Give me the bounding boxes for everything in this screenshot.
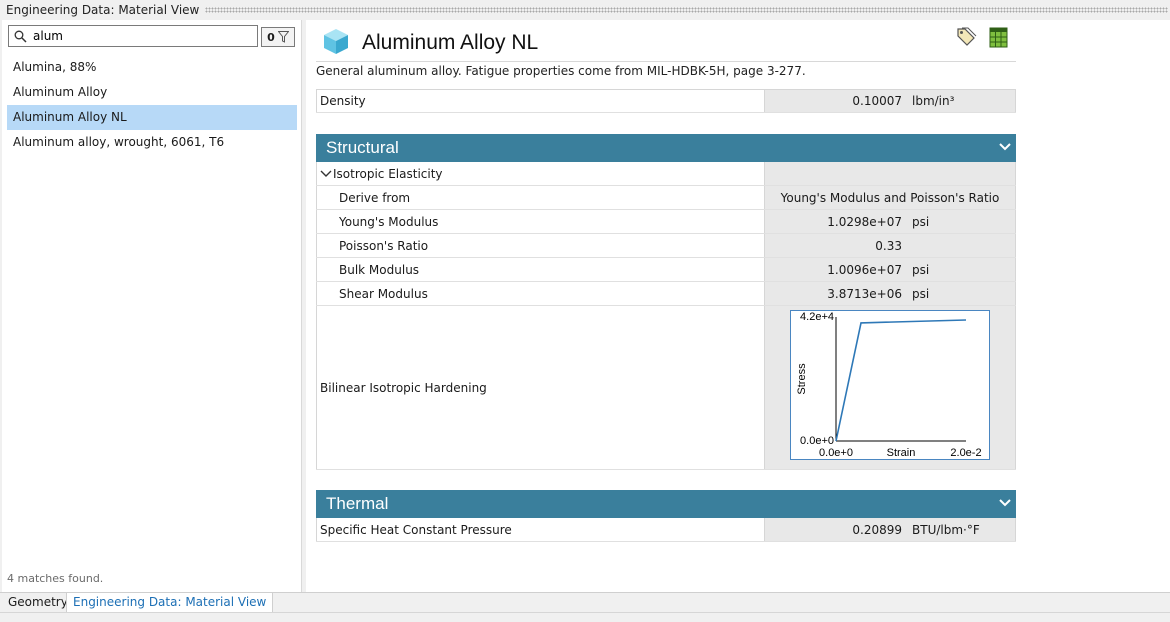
property-unit: psi: [912, 286, 930, 301]
material-header: Aluminum Alloy NL: [316, 20, 1016, 62]
property-value: 0.10007: [852, 94, 902, 108]
property-value: 1.0298e+07: [827, 214, 902, 229]
material-list: Alumina, 88% Aluminum Alloy Aluminum All…: [7, 55, 297, 155]
filter-button[interactable]: 0: [261, 27, 295, 47]
property-value-cell[interactable]: 0.20899 BTU/lbm·°F: [765, 518, 1016, 541]
panel-title: Engineering Data: Material View: [6, 3, 200, 17]
material-title: Aluminum Alloy NL: [362, 31, 539, 54]
x-tick-label-max: 2.0e-2: [950, 447, 981, 459]
y-tick-label-max: 4.2e+4: [800, 311, 834, 323]
youngs-modulus-row[interactable]: Young's Modulus 1.0298e+07 psi: [316, 210, 1016, 234]
y-tick-label-min: 0.0e+0: [800, 435, 834, 447]
tag-icon[interactable]: [955, 26, 977, 48]
group-label: Isotropic Elasticity: [333, 166, 443, 181]
property-unit: BTU/lbm·°F: [912, 522, 980, 537]
property-label: Derive from: [316, 186, 765, 209]
panel-titlebar: Engineering Data: Material View: [0, 0, 1170, 20]
property-label: Bilinear Isotropic Hardening: [316, 306, 765, 469]
property-value: Young's Modulus and Poisson's Ratio: [780, 190, 1000, 205]
match-count-status: 4 matches found.: [7, 572, 104, 585]
material-description: General aluminum alloy. Fatigue properti…: [316, 64, 806, 78]
hardening-chart-cell[interactable]: 4.2e+4 0.0e+0 0.0e+0 2.0e-2 Strain Stres…: [765, 306, 1016, 469]
property-value-cell[interactable]: 3.8713e+06 psi: [765, 282, 1016, 305]
material-properties-pane: Aluminum Alloy NL General aluminum alloy…: [306, 20, 1170, 592]
property-value: 1.0096e+07: [827, 262, 902, 277]
data-table-icon[interactable]: [989, 26, 1009, 48]
section-title: Thermal: [326, 494, 389, 513]
density-row[interactable]: Density 0.10007 lbm/in³: [316, 89, 1016, 113]
property-label: Shear Modulus: [316, 282, 765, 305]
chevron-down-icon[interactable]: [320, 170, 332, 178]
shear-modulus-row[interactable]: Shear Modulus 3.8713e+06 psi: [316, 282, 1016, 306]
status-bar: [0, 612, 1170, 622]
chevron-down-icon[interactable]: [998, 498, 1012, 508]
property-label: Poisson's Ratio: [316, 234, 765, 257]
series-line: [835, 319, 967, 442]
material-list-pane: 0 Alumina, 88% Aluminum Alloy Aluminum A…: [2, 20, 302, 592]
property-value-cell[interactable]: 0.10007 lbm/in³: [765, 90, 1016, 112]
thermal-section-header[interactable]: Thermal: [316, 490, 1016, 518]
bottom-tab-bar: Geometry Engineering Data: Material View: [0, 592, 1170, 614]
property-value: 0.20899: [852, 522, 902, 537]
isotropic-elasticity-group-row[interactable]: Isotropic Elasticity: [316, 162, 1016, 186]
search-input[interactable]: [27, 27, 257, 45]
property-value-cell[interactable]: 1.0096e+07 psi: [765, 258, 1016, 281]
property-label: Young's Modulus: [316, 210, 765, 233]
derive-from-row[interactable]: Derive from Young's Modulus and Poisson'…: [316, 186, 1016, 210]
bulk-modulus-row[interactable]: Bulk Modulus 1.0096e+07 psi: [316, 258, 1016, 282]
property-label: Density: [316, 90, 765, 112]
list-item[interactable]: Alumina, 88%: [7, 55, 297, 80]
panel-drag-grip[interactable]: [205, 7, 1168, 13]
stress-strain-chart[interactable]: 4.2e+4 0.0e+0 0.0e+0 2.0e-2 Strain Stres…: [790, 310, 990, 460]
structural-section-header[interactable]: Structural: [316, 134, 1016, 162]
property-value: 0.33: [875, 238, 902, 253]
section-title: Structural: [326, 138, 399, 157]
property-value: 3.8713e+06: [827, 286, 902, 301]
property-unit: psi: [912, 214, 930, 229]
filter-count: 0: [267, 30, 275, 44]
specific-heat-row[interactable]: Specific Heat Constant Pressure 0.20899 …: [316, 518, 1016, 542]
poissons-ratio-row[interactable]: Poisson's Ratio 0.33: [316, 234, 1016, 258]
property-value-cell[interactable]: 1.0298e+07 psi: [765, 210, 1016, 233]
property-unit: lbm/in³: [912, 94, 955, 108]
tab-geometry[interactable]: Geometry: [2, 593, 74, 614]
list-item[interactable]: Aluminum Alloy: [7, 80, 297, 105]
y-axis-label: Stress: [796, 363, 808, 395]
property-label: Specific Heat Constant Pressure: [316, 518, 765, 541]
search-icon: [14, 30, 27, 43]
group-label-cell[interactable]: Isotropic Elasticity: [316, 162, 765, 185]
stress-strain-chart-svg: 4.2e+4 0.0e+0 0.0e+0 2.0e-2 Strain Stres…: [796, 311, 982, 459]
list-item-selected[interactable]: Aluminum Alloy NL: [7, 105, 297, 130]
property-unit: psi: [912, 262, 930, 277]
list-item[interactable]: Aluminum alloy, wrought, 6061, T6: [7, 130, 297, 155]
search-box[interactable]: [8, 25, 258, 47]
filter-funnel-icon: [277, 31, 289, 43]
group-value-cell: [765, 162, 1016, 185]
material-cube-icon: [324, 29, 348, 54]
x-axis-label: Strain: [887, 447, 916, 459]
property-label: Bulk Modulus: [316, 258, 765, 281]
x-tick-label-min: 0.0e+0: [819, 447, 853, 459]
chevron-down-icon[interactable]: [998, 142, 1012, 152]
bilinear-hardening-row[interactable]: Bilinear Isotropic Hardening 4.2e+4 0.0e…: [316, 306, 1016, 470]
derive-from-select[interactable]: Young's Modulus and Poisson's Ratio: [765, 186, 1016, 209]
property-value-cell[interactable]: 0.33: [765, 234, 1016, 257]
tab-engineering-data-material-view[interactable]: Engineering Data: Material View: [66, 593, 274, 614]
